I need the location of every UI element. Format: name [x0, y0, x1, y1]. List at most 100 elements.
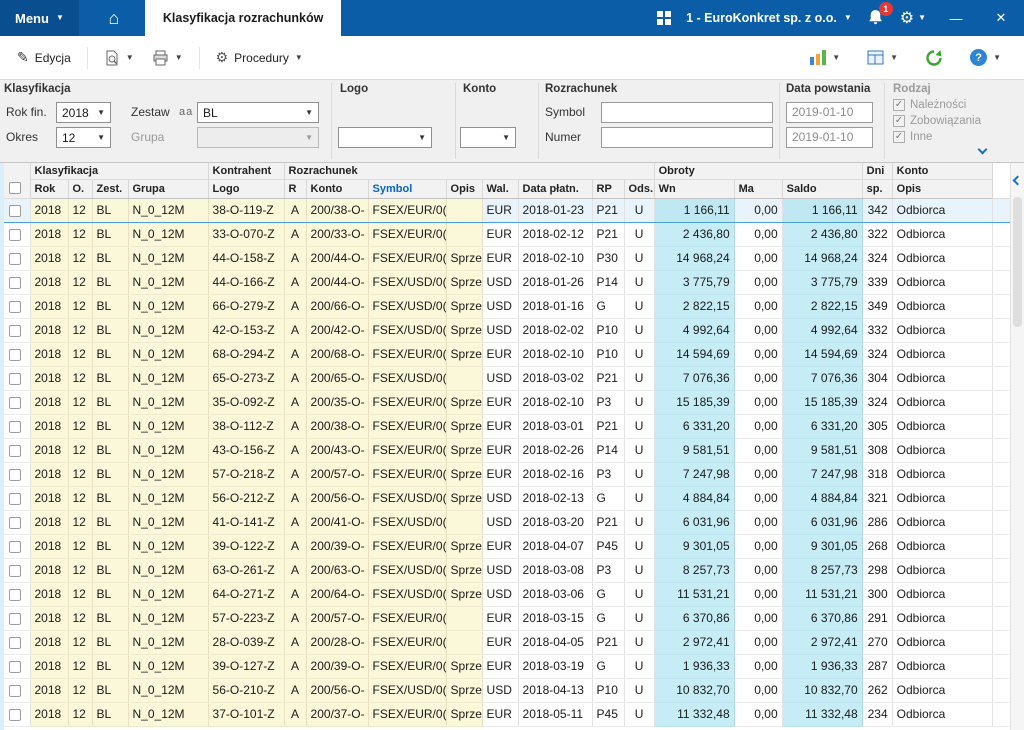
cell-o[interactable]: 12 — [68, 534, 92, 558]
cell-data-p-atn[interactable]: 2018-04-05 — [518, 630, 592, 654]
cell-o[interactable]: 12 — [68, 702, 92, 726]
cell-ma[interactable]: 0,00 — [734, 654, 782, 678]
row-checkbox[interactable] — [9, 685, 21, 697]
column-header-o[interactable]: O. — [68, 179, 92, 198]
cell-opis[interactable]: Odbiorca — [892, 246, 992, 270]
cell-konto[interactable]: 200/66-O- — [306, 294, 368, 318]
cell-ods[interactable]: U — [624, 246, 654, 270]
column-header-konto[interactable]: Konto — [306, 179, 368, 198]
row-checkbox[interactable] — [9, 373, 21, 385]
cell-opis[interactable]: Odbiorca — [892, 558, 992, 582]
cell-r[interactable]: A — [284, 198, 306, 222]
cell-saldo[interactable]: 3 775,79 — [782, 270, 862, 294]
cell-rok[interactable]: 2018 — [30, 318, 68, 342]
cell-grupa[interactable]: N_0_12M — [128, 462, 208, 486]
cell-r[interactable]: A — [284, 342, 306, 366]
close-button[interactable]: ✕ — [986, 10, 1016, 26]
chart-button[interactable]: ▼ — [803, 45, 847, 70]
cell-logo[interactable]: 28-O-039-Z — [208, 630, 284, 654]
cell-opis[interactable]: Odbiorca — [892, 438, 992, 462]
cell-opis[interactable]: Sprze — [446, 438, 482, 462]
cell-ods[interactable]: U — [624, 342, 654, 366]
cell-symbol[interactable]: FSEX/USD/0( — [368, 486, 446, 510]
symbol-input[interactable] — [601, 102, 773, 123]
cell-r[interactable]: A — [284, 414, 306, 438]
cell-grupa[interactable]: N_0_12M — [128, 606, 208, 630]
cell-symbol[interactable]: FSEX/EUR/0( — [368, 702, 446, 726]
cell-r[interactable]: A — [284, 534, 306, 558]
cell-saldo[interactable]: 11 531,21 — [782, 582, 862, 606]
cell-data-p-atn[interactable]: 2018-03-08 — [518, 558, 592, 582]
cell-data-p-atn[interactable]: 2018-04-07 — [518, 534, 592, 558]
cell-opis[interactable]: Odbiorca — [892, 294, 992, 318]
cell-wal[interactable]: EUR — [482, 198, 518, 222]
cell-o[interactable]: 12 — [68, 438, 92, 462]
cell-wal[interactable]: USD — [482, 294, 518, 318]
cell-ma[interactable]: 0,00 — [734, 366, 782, 390]
cell-ods[interactable]: U — [624, 654, 654, 678]
cell-rp[interactable]: P14 — [592, 270, 624, 294]
cell-r[interactable]: A — [284, 390, 306, 414]
cell-r[interactable]: A — [284, 366, 306, 390]
cell-opis[interactable]: Sprze — [446, 414, 482, 438]
cell-rp[interactable]: P10 — [592, 318, 624, 342]
cell-ma[interactable]: 0,00 — [734, 342, 782, 366]
cell-wn[interactable]: 2 822,15 — [654, 294, 734, 318]
cell-r[interactable]: A — [284, 270, 306, 294]
cell-ma[interactable]: 0,00 — [734, 582, 782, 606]
cell-zest[interactable]: BL — [92, 414, 128, 438]
row-checkbox[interactable] — [9, 229, 21, 241]
cell-opis[interactable] — [446, 606, 482, 630]
cell-sp[interactable]: 324 — [862, 390, 892, 414]
column-header-data-p-atn[interactable]: Data płatn. — [518, 179, 592, 198]
cell-zest[interactable]: BL — [92, 222, 128, 246]
cell-o[interactable]: 12 — [68, 486, 92, 510]
cell-ma[interactable]: 0,00 — [734, 390, 782, 414]
view-grid-button[interactable]: ▼ — [860, 45, 905, 70]
cell-wn[interactable]: 1 936,33 — [654, 654, 734, 678]
cell-rp[interactable]: G — [592, 294, 624, 318]
cell-r[interactable]: A — [284, 462, 306, 486]
edit-button[interactable]: ✎ Edycja — [10, 44, 78, 71]
row-checkbox[interactable] — [9, 541, 21, 553]
column-header-saldo[interactable]: Saldo — [782, 179, 862, 198]
cell-sp[interactable]: 300 — [862, 582, 892, 606]
cell-o[interactable]: 12 — [68, 606, 92, 630]
cell-r[interactable]: A — [284, 630, 306, 654]
cell-grupa[interactable]: N_0_12M — [128, 246, 208, 270]
cell-rp[interactable]: G — [592, 582, 624, 606]
cell-data-p-atn[interactable]: 2018-02-10 — [518, 390, 592, 414]
cell-saldo[interactable]: 14 968,24 — [782, 246, 862, 270]
cell-rok[interactable]: 2018 — [30, 558, 68, 582]
cell-symbol[interactable]: FSEX/USD/0( — [368, 318, 446, 342]
table-row[interactable]: 201812BLN_0_12M41-O-141-ZA200/41-O-FSEX/… — [0, 510, 1010, 534]
row-checkbox[interactable] — [9, 445, 21, 457]
row-checkbox[interactable] — [9, 637, 21, 649]
cell-wal[interactable]: USD — [482, 270, 518, 294]
cell-konto[interactable]: 200/39-O- — [306, 654, 368, 678]
cell-wn[interactable]: 9 581,51 — [654, 438, 734, 462]
row-checkbox[interactable] — [9, 397, 21, 409]
cell-ods[interactable]: U — [624, 606, 654, 630]
cell-o[interactable]: 12 — [68, 558, 92, 582]
cell-saldo[interactable]: 6 331,20 — [782, 414, 862, 438]
cell-grupa[interactable]: N_0_12M — [128, 654, 208, 678]
cell-konto[interactable]: 200/43-O- — [306, 438, 368, 462]
cell-symbol[interactable]: FSEX/EUR/0( — [368, 438, 446, 462]
cell-data-p-atn[interactable]: 2018-02-02 — [518, 318, 592, 342]
cell-opis[interactable]: Odbiorca — [892, 606, 992, 630]
cell-wal[interactable]: EUR — [482, 390, 518, 414]
column-header-ods[interactable]: Ods. — [624, 179, 654, 198]
cell-data-p-atn[interactable]: 2018-05-11 — [518, 702, 592, 726]
cell-wal[interactable]: USD — [482, 558, 518, 582]
cell-ma[interactable]: 0,00 — [734, 270, 782, 294]
cell-zest[interactable]: BL — [92, 438, 128, 462]
column-header-logo[interactable]: Logo — [208, 179, 284, 198]
table-row[interactable]: 201812BLN_0_12M39-O-122-ZA200/39-O-FSEX/… — [0, 534, 1010, 558]
cell-ods[interactable]: U — [624, 318, 654, 342]
table-row[interactable]: 201812BLN_0_12M42-O-153-ZA200/42-O-FSEX/… — [0, 318, 1010, 342]
cell-konto[interactable]: 200/39-O- — [306, 534, 368, 558]
numer-input[interactable] — [601, 127, 773, 148]
cell-konto[interactable]: 200/65-O- — [306, 366, 368, 390]
cell-rok[interactable]: 2018 — [30, 198, 68, 222]
